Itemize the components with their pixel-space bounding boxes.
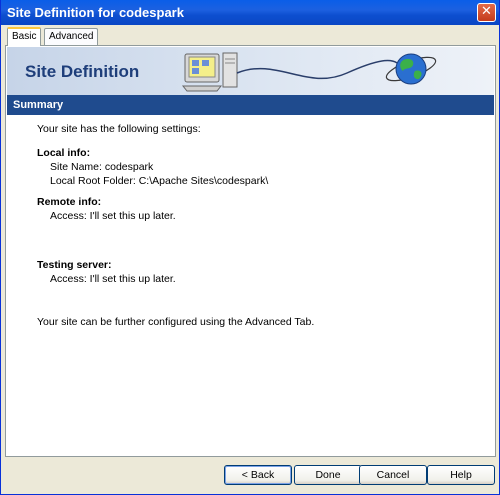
window-title: Site Definition for codespark [7, 5, 184, 20]
tab-basic[interactable]: Basic [7, 27, 42, 46]
testing-server-heading: Testing server: [37, 259, 112, 271]
remote-info-heading: Remote info: [37, 196, 102, 208]
tab-panel: Site Definition Summary Your site has th… [5, 45, 496, 457]
section-header: Summary [7, 95, 494, 115]
banner-graphic [181, 52, 437, 92]
close-icon[interactable]: ✕ [477, 3, 496, 22]
title-bar[interactable]: Site Definition for codespark ✕ [1, 0, 499, 25]
site-name-value: Site Name: codespark [50, 161, 154, 173]
cancel-button[interactable]: Cancel [359, 465, 427, 485]
local-root-value: Local Root Folder: C:\Apache Sites\codes… [50, 175, 269, 187]
remote-access-value: Access: I'll set this up later. [50, 210, 176, 222]
banner: Site Definition [7, 47, 494, 95]
done-button[interactable]: Done [294, 465, 362, 485]
dialog-window: Site Definition for codespark ✕ Basic Ad… [0, 0, 500, 495]
testing-access-value: Access: I'll set this up later. [50, 273, 176, 285]
globe-icon [385, 53, 437, 85]
back-button[interactable]: < Back [224, 465, 292, 485]
intro-text: Your site has the following settings: [37, 123, 201, 135]
help-button[interactable]: Help [427, 465, 495, 485]
tab-advanced[interactable]: Advanced [44, 28, 99, 45]
computer-icon [181, 52, 238, 92]
footer-note: Your site can be further configured usin… [37, 316, 315, 328]
local-info-heading: Local info: [37, 147, 91, 159]
